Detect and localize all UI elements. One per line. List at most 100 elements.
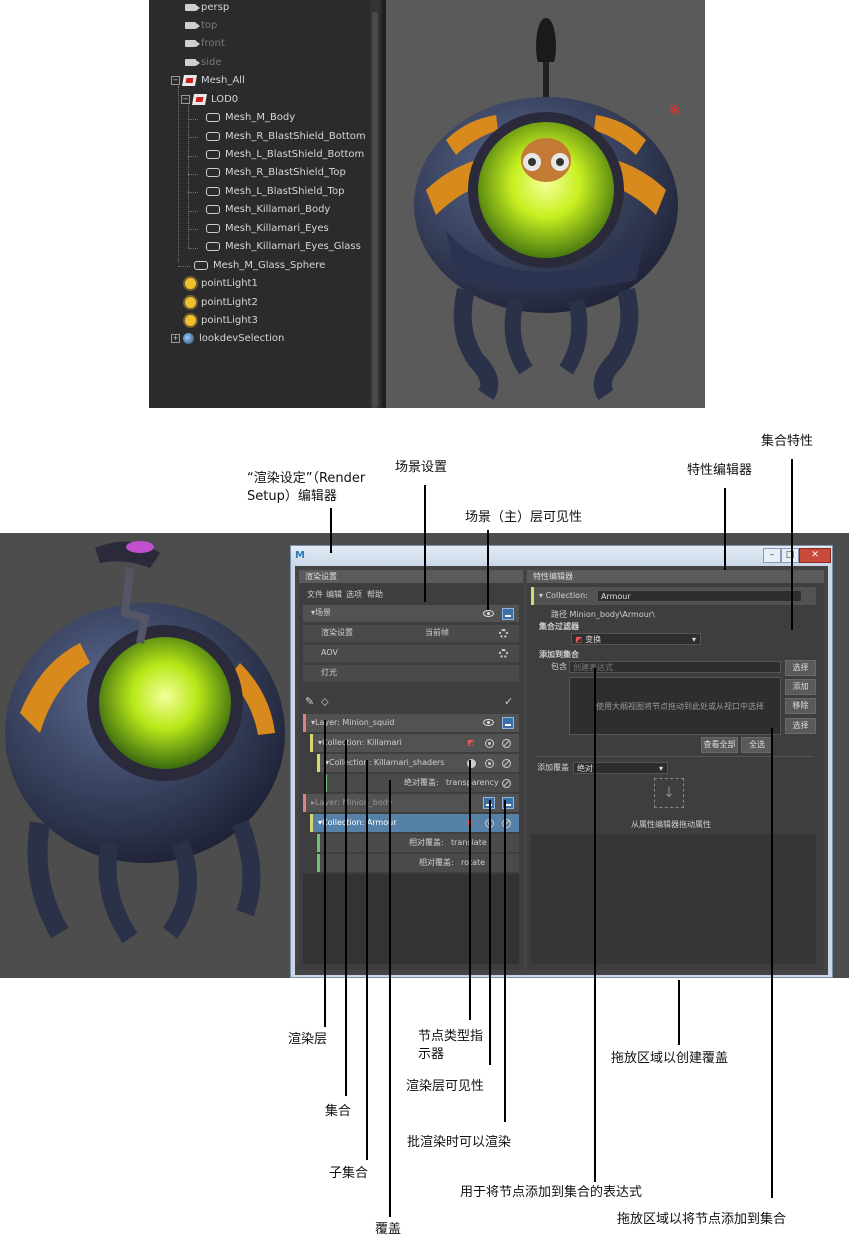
outliner-item[interactable]: front	[185, 36, 225, 52]
expand-icon[interactable]: +	[171, 333, 180, 343]
tree-line	[178, 86, 179, 262]
collection-accent	[310, 814, 313, 832]
outliner-screenshot: persp top front side − Mesh_All − LOD0 Mes…	[149, 0, 705, 408]
group-icon	[182, 74, 197, 86]
outliner-item[interactable]: Mesh_M_Body	[206, 110, 295, 126]
menu-edit[interactable]: 编辑	[326, 589, 342, 601]
select-all-button[interactable]: 全选	[741, 737, 773, 753]
scene-row-render-settings[interactable]: 渲染设置 当前帧	[303, 625, 519, 642]
scrollbar-thumb[interactable]	[372, 12, 378, 408]
maximize-button[interactable]: □	[781, 548, 799, 563]
node-drop-area[interactable]: 使用大纲视图将节点拖动到此处或从视口中选择	[569, 677, 781, 735]
scene-row-aov[interactable]: AOV	[303, 645, 519, 662]
row-label: 灯光	[321, 668, 337, 677]
outliner-item[interactable]: pointLight2	[185, 295, 258, 311]
outliner-item-label: Mesh_L_BlastShield_Top	[225, 186, 345, 197]
point-light-icon	[185, 314, 196, 326]
outliner-item[interactable]: Mesh_R_BlastShield_Bottom	[206, 129, 366, 145]
view-all-button[interactable]: 查看全部	[701, 737, 738, 753]
outliner-item[interactable]: pointLight3	[185, 313, 258, 329]
layers-empty-area	[303, 874, 519, 964]
outliner-item[interactable]: + lookdevSelection	[171, 331, 284, 347]
drop-hint: 使用大纲视图将节点拖动到此处或从视口中选择	[596, 702, 764, 711]
outliner-item[interactable]: side	[185, 55, 222, 71]
outliner-item[interactable]: − LOD0	[181, 92, 238, 108]
import-icon[interactable]: ⬦	[321, 696, 329, 708]
annotation-layer-visibility: 渲染层可见性	[406, 1079, 485, 1094]
collection-enable-icon[interactable]	[485, 739, 494, 748]
add-override-label: 添加覆盖	[537, 763, 569, 772]
scene-row-lights[interactable]: 灯光	[303, 665, 519, 682]
outliner-item[interactable]: Mesh_L_BlastShield_Bottom	[206, 147, 364, 163]
layer-visibility-eye-icon[interactable]	[483, 719, 494, 726]
add-to-collection-label: 添加到集合	[539, 650, 579, 659]
override-drop-area-icon[interactable]: ↓	[654, 778, 684, 808]
add-button[interactable]: 添加	[785, 679, 816, 695]
select-button[interactable]: 选择	[785, 660, 816, 676]
override-isolate-icon[interactable]	[502, 779, 511, 788]
create-layer-icon[interactable]: ✎	[305, 696, 314, 708]
outliner-item-label: Mesh_L_BlastShield_Bottom	[225, 149, 365, 160]
outliner-item-label: lookdevSelection	[199, 333, 285, 344]
tree-line	[188, 192, 198, 193]
collection-row-armour[interactable]: ▾Collection: Armour ◩	[310, 814, 519, 832]
layer-renderable-button[interactable]	[502, 717, 514, 729]
layer-row-minion-body[interactable]: ▸Layer: Minion_body	[303, 794, 519, 812]
collection-filter-dropdown[interactable]: ◩ 变换 ▾	[571, 633, 701, 645]
tab-property-editor[interactable]: 特性编辑器	[527, 570, 824, 583]
outliner-item[interactable]: Mesh_Killamari_Eyes	[206, 221, 329, 237]
outliner-item[interactable]: Mesh_Killamari_Body	[206, 202, 330, 218]
outliner-item[interactable]: Mesh_R_BlastShield_Top	[206, 165, 346, 181]
override-row-transparency[interactable]: 绝对覆盖: transparency	[324, 774, 519, 792]
subcollection-row[interactable]: ▾Collection: Killamari_shaders	[317, 754, 519, 772]
remove-button[interactable]: 移除	[785, 698, 816, 714]
window-title-bar[interactable]: M – □ ✕	[291, 546, 832, 566]
mesh-icon	[194, 260, 208, 270]
leader-line	[345, 740, 347, 1096]
outliner-item[interactable]: Mesh_M_Glass_Sphere	[194, 258, 325, 274]
collection-name-field[interactable]: Armour	[597, 590, 802, 602]
outliner-item[interactable]: − Mesh_All	[171, 73, 245, 89]
override-accent	[317, 854, 320, 872]
mesh-icon	[206, 186, 220, 196]
menu-file[interactable]: 文件	[307, 589, 323, 601]
collection-row-killamari[interactable]: ▾Collection: Killamari ◩	[310, 734, 519, 752]
annotation-override: 覆盖	[375, 1222, 402, 1237]
select-button-2[interactable]: 选择	[785, 718, 816, 734]
outliner-scrollbar[interactable]	[370, 0, 380, 408]
gear-icon[interactable]	[499, 629, 508, 638]
override-label: 绝对覆盖:	[404, 778, 439, 787]
outliner-item-label: pointLight3	[201, 315, 258, 326]
leader-line	[594, 668, 596, 1182]
minimize-button[interactable]: –	[763, 548, 781, 563]
tree-line	[188, 119, 198, 120]
outliner-item[interactable]: persp	[185, 0, 229, 16]
override-label: 相对覆盖:	[409, 838, 444, 847]
collapse-icon[interactable]: −	[171, 75, 180, 85]
outliner-item-label: LOD0	[211, 94, 239, 105]
layer-row-minion-squid[interactable]: ▾Layer: Minion_squid	[303, 714, 519, 732]
scene-visibility-eye-icon[interactable]	[483, 610, 494, 617]
collapse-icon[interactable]: −	[181, 94, 190, 104]
menu-help[interactable]: 帮助	[367, 589, 383, 601]
outliner-item[interactable]: Mesh_Killamari_Eyes_Glass	[206, 239, 361, 255]
add-override-dropdown[interactable]: 绝对 ▾	[573, 762, 668, 774]
gear-icon[interactable]	[499, 649, 508, 658]
subcollection-enable-icon[interactable]	[485, 759, 494, 768]
close-button[interactable]: ✕	[799, 548, 831, 563]
outliner-item[interactable]: Mesh_L_BlastShield_Top	[206, 184, 344, 200]
camera-icon	[185, 21, 200, 29]
subcollection-isolate-icon[interactable]	[502, 759, 511, 768]
collection-label: ▾Collection: Killamari	[318, 738, 402, 747]
include-expression-input[interactable]: 创建表达式	[569, 661, 781, 673]
collection-isolate-icon[interactable]	[502, 739, 511, 748]
viewport[interactable]: ✻	[386, 0, 705, 408]
tab-render-setup[interactable]: 渲染设置	[299, 570, 523, 583]
mesh-icon	[206, 149, 220, 159]
menu-options[interactable]: 选项	[346, 589, 362, 601]
scene-render-button[interactable]	[502, 608, 514, 620]
outliner-item[interactable]: pointLight1	[185, 276, 258, 292]
batch-settings-icon[interactable]: ✓	[504, 696, 513, 708]
outliner-item[interactable]: top	[185, 18, 217, 34]
outliner-item-label: Mesh_Killamari_Eyes_Glass	[225, 241, 361, 252]
